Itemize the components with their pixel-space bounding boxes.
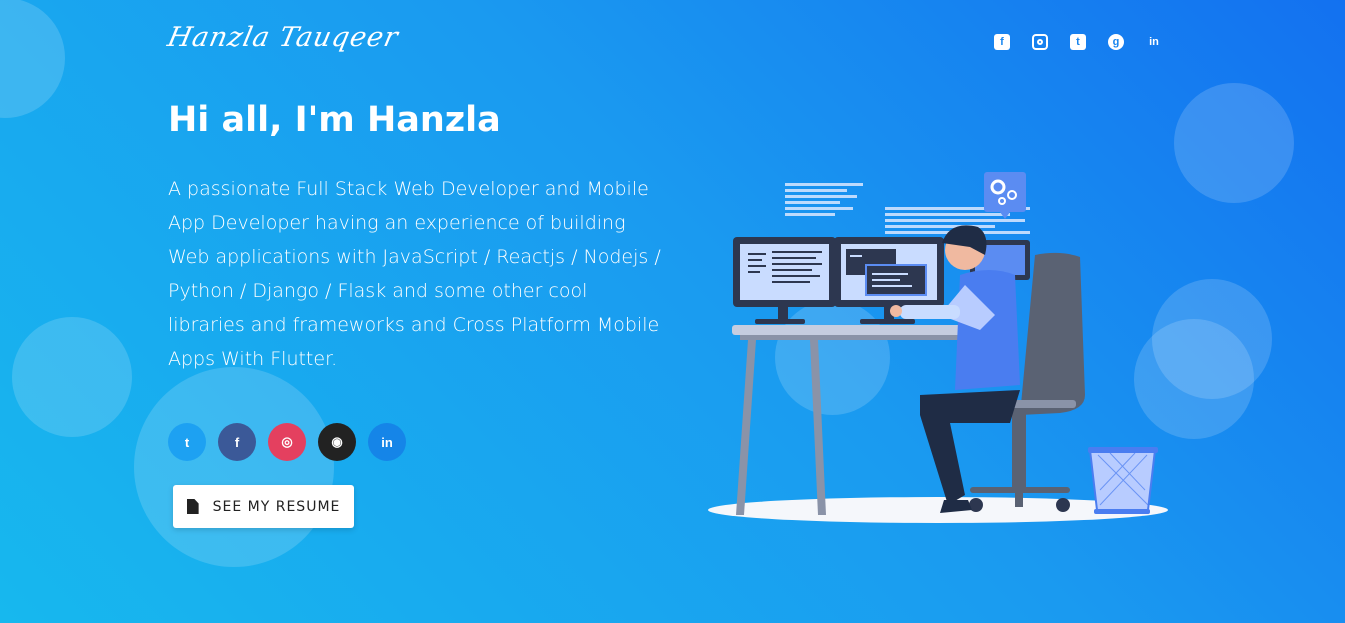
linkedin-icon[interactable]: in — [1146, 34, 1162, 50]
developer-illustration — [708, 172, 1168, 523]
twitter-icon: t — [184, 434, 190, 450]
github-icon: ◉ — [331, 434, 343, 449]
document-icon — [186, 499, 199, 514]
facebook-icon: f — [234, 434, 240, 450]
hero-title: Hi all, I'm Hanzla — [168, 100, 501, 140]
site-logo[interactable]: Hanzla Tauqeer — [165, 22, 402, 53]
header-social-links: f t g in — [994, 34, 1162, 50]
decor-bubble — [12, 317, 132, 437]
decor-bubble — [134, 367, 334, 567]
decor-bubble — [1174, 83, 1294, 203]
hero-social-links: t f ◎ ◉ in — [168, 423, 406, 461]
twitter-icon[interactable]: t — [1070, 34, 1086, 50]
github-icon[interactable]: g — [1108, 34, 1124, 50]
instagram-icon[interactable] — [1032, 34, 1048, 50]
facebook-icon[interactable]: f — [994, 34, 1010, 50]
linkedin-button[interactable]: in — [368, 423, 406, 461]
hero-description: A passionate Full Stack Web Developer an… — [168, 178, 661, 370]
decor-bubble — [0, 0, 65, 118]
see-resume-button[interactable]: SEE MY RESUME — [173, 485, 354, 528]
facebook-button[interactable]: f — [218, 423, 256, 461]
instagram-button[interactable]: ◎ — [268, 423, 306, 461]
linkedin-icon: in — [381, 434, 393, 450]
see-resume-label: SEE MY RESUME — [212, 498, 341, 515]
github-button[interactable]: ◉ — [318, 423, 356, 461]
twitter-button[interactable]: t — [168, 423, 206, 461]
instagram-icon: ◎ — [281, 434, 293, 449]
